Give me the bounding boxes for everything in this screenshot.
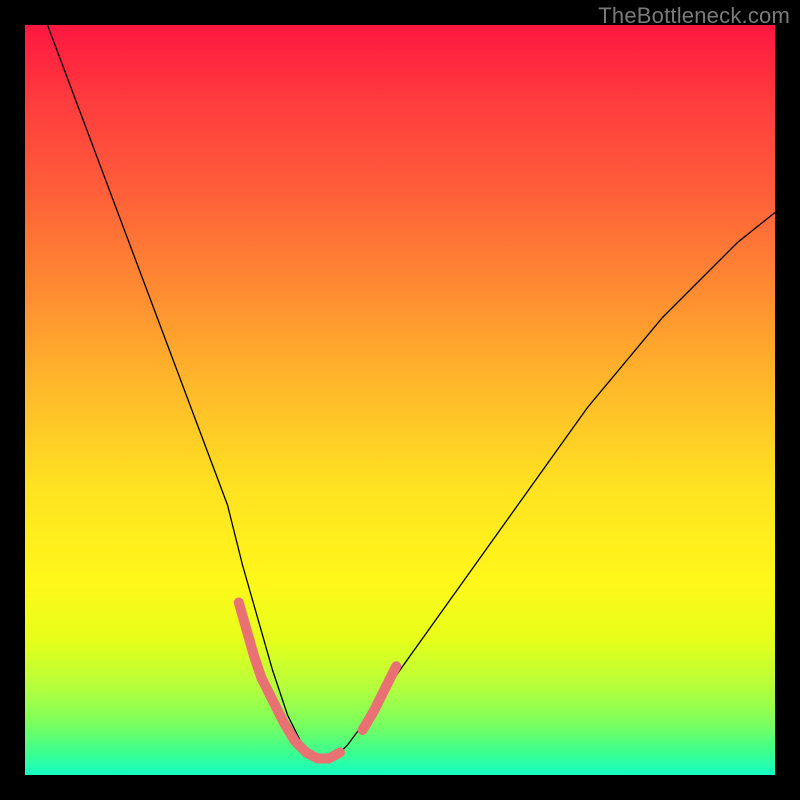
right-pink-segment [363,666,397,730]
chart-frame: TheBottleneck.com [0,0,800,800]
plot-area [25,25,775,775]
left-pink-segment [239,603,340,759]
chart-svg [25,25,775,775]
bottleneck-curve [48,25,776,760]
